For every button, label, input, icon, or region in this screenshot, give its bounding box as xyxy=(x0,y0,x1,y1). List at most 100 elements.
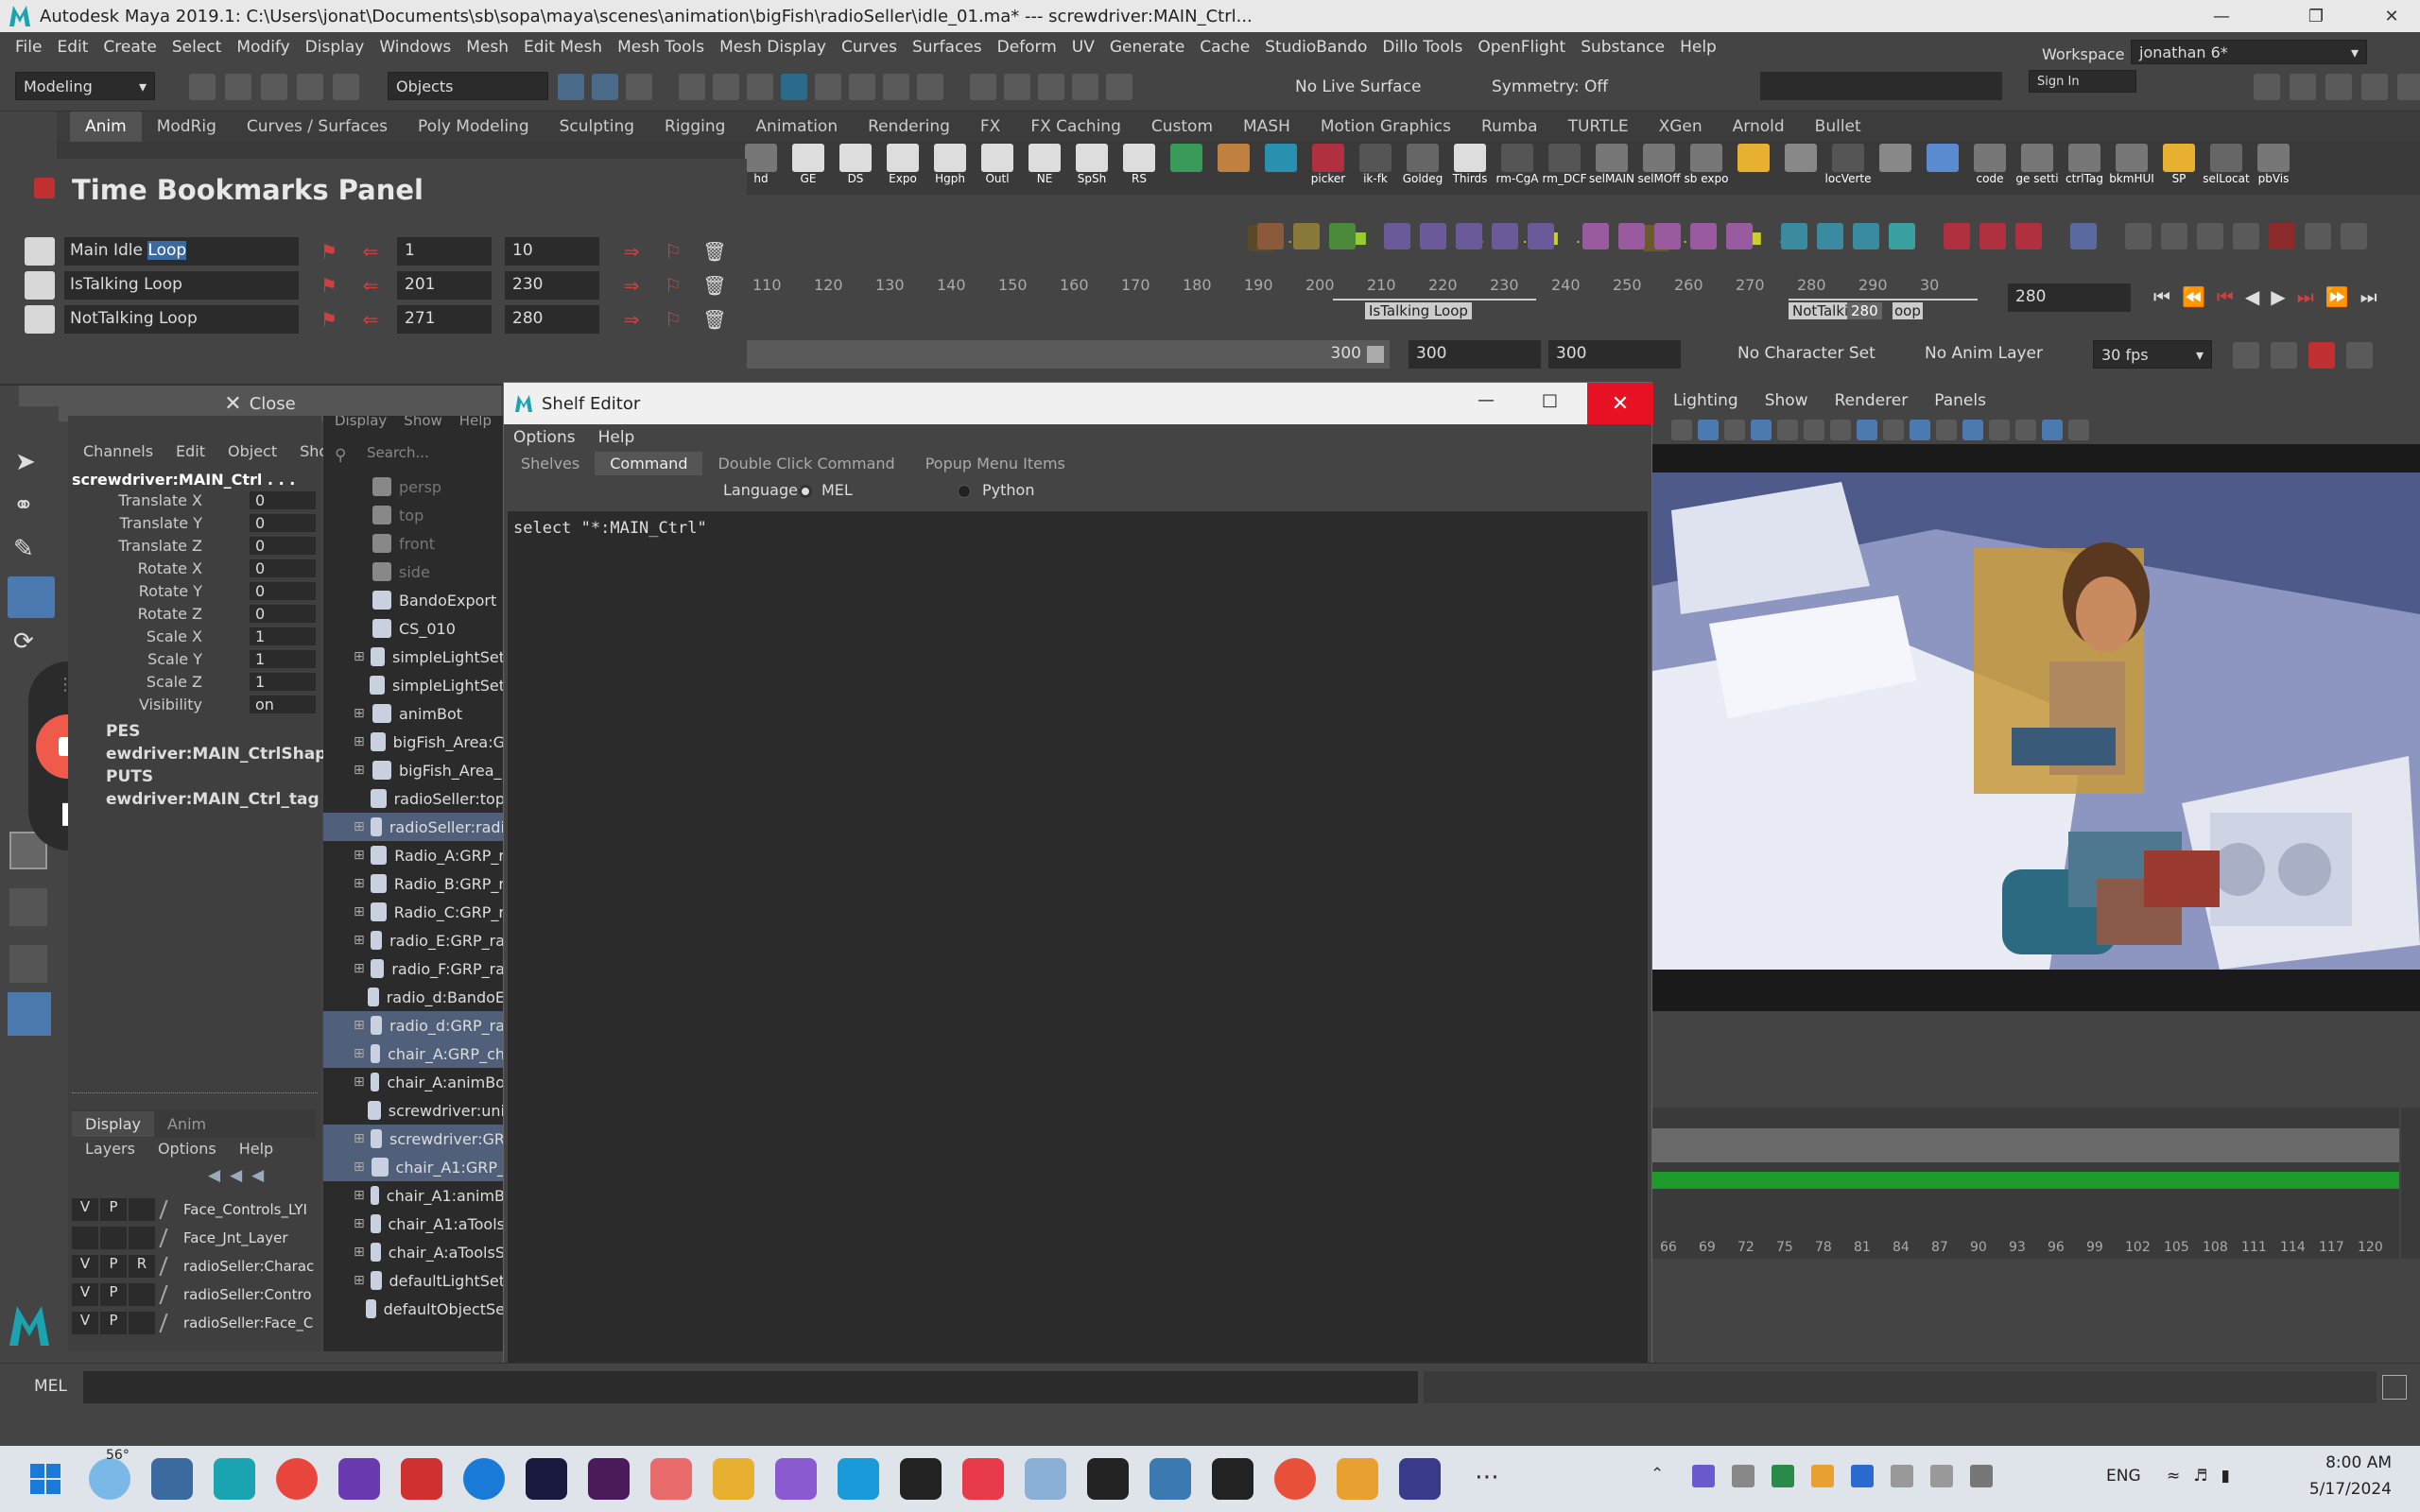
outliner-item[interactable]: ⊞ radio_E:GRP_ra xyxy=(323,926,505,954)
se-tab-popup-menu-items[interactable]: Popup Menu Items xyxy=(910,452,1080,475)
se-menu-help[interactable]: Help xyxy=(598,428,635,447)
heart-icon[interactable] xyxy=(2269,223,2295,249)
expand-icon[interactable]: ⊞ xyxy=(354,904,365,919)
menu-modify[interactable]: Modify xyxy=(236,38,289,57)
ipr-icon[interactable] xyxy=(1004,74,1030,100)
table-icon[interactable] xyxy=(2197,223,2223,249)
search-app-icon[interactable] xyxy=(1337,1458,1378,1500)
menu-generate[interactable]: Generate xyxy=(1110,38,1184,57)
layer-new-icon[interactable]: ◀ xyxy=(230,1166,242,1185)
workspace-dropdown[interactable]: jonathan 6* ▾ xyxy=(2131,40,2367,64)
shelf-item-selmain[interactable]: selMAIN xyxy=(1588,142,1635,195)
shelf-item-expo[interactable]: Expo xyxy=(879,142,926,195)
channel-row[interactable]: Rotate X 0 xyxy=(68,559,321,582)
shelf-tab-modrig[interactable]: ModRig xyxy=(142,112,232,142)
shelf-item-bkmhui[interactable]: bkmHUI xyxy=(2108,142,2155,195)
layer-p-toggle[interactable]: P xyxy=(100,1283,127,1306)
channel-value[interactable]: 0 xyxy=(250,559,316,577)
step-forward-icon[interactable]: ⏩ xyxy=(2325,285,2349,308)
undo-icon[interactable] xyxy=(297,74,323,100)
outliner-item[interactable]: ⊞ chair_A:animBo xyxy=(323,1068,505,1096)
redo-icon[interactable] xyxy=(333,74,359,100)
mel-language-button[interactable]: MEL xyxy=(34,1377,67,1396)
layout-single-icon[interactable] xyxy=(9,888,47,926)
open-scene-icon[interactable] xyxy=(225,74,251,100)
mel-command-input[interactable] xyxy=(83,1371,1418,1403)
wireframe-icon[interactable] xyxy=(1830,420,1851,440)
outliner-item[interactable]: ⊞ Radio_A:GRP_r xyxy=(323,841,505,869)
shelf-tab-arnold[interactable]: Arnold xyxy=(1718,112,1800,142)
resolution-gate-icon[interactable] xyxy=(1724,420,1745,440)
attribute-editor-icon[interactable] xyxy=(2290,74,2316,100)
channelbox-menu-edit[interactable]: Edit xyxy=(176,442,205,460)
menu-display[interactable]: Display xyxy=(305,38,365,57)
anim-end-field[interactable]: 300 xyxy=(1409,340,1541,369)
bookmark-end-field[interactable]: 280 xyxy=(505,305,599,334)
timeline[interactable]: 110 120 130 140 150 160 170 180 190 200 210 220 230 2… xyxy=(747,274,2004,325)
channel-value[interactable]: on xyxy=(250,696,316,713)
graph-scrollbar[interactable] xyxy=(2401,1108,2420,1259)
after-effects-icon[interactable] xyxy=(526,1458,567,1500)
maximize-button[interactable]: ❐ xyxy=(2288,0,2344,32)
graph-editor-strip[interactable]: 66 69 72 75 78 81 84 87 90 93 96 99 102 105 108 111 114 1… xyxy=(1652,1108,2399,1259)
outliner-display-menu[interactable]: Display xyxy=(335,416,387,429)
bookmark-start-field[interactable]: 1 xyxy=(397,237,492,266)
outliner-item[interactable]: defaultObjectSe xyxy=(323,1295,505,1323)
outliner-item[interactable]: ⊞ Radio_C:GRP_r xyxy=(323,898,505,926)
play-backward-icon[interactable]: ◀ xyxy=(2245,285,2259,308)
wrench-icon[interactable] xyxy=(2233,223,2259,249)
shelf-item-ge-setti[interactable]: ge setti xyxy=(2014,142,2061,195)
tab-display[interactable]: Display xyxy=(72,1110,154,1137)
outliner-item[interactable]: radio_d:BandoE xyxy=(323,983,505,1011)
expand-icon[interactable]: ⊞ xyxy=(354,819,365,834)
layer-row[interactable]: V P RradioSeller:Charac xyxy=(72,1253,316,1280)
layer-add-icon[interactable]: ◀ xyxy=(251,1166,264,1185)
outliner-item[interactable]: simpleLightSet xyxy=(323,671,505,699)
bookmark-set-icon[interactable]: ⚑ xyxy=(316,238,342,265)
shelf-tab-anim[interactable]: Anim xyxy=(70,112,142,142)
clock-time[interactable]: 8:00 AM xyxy=(2324,1453,2392,1472)
expand-icon[interactable]: ⊞ xyxy=(354,1188,365,1203)
snap-vertex-icon[interactable] xyxy=(849,74,875,100)
range-slider-handle[interactable] xyxy=(1367,346,1384,363)
dots-icon[interactable] xyxy=(2161,223,2187,249)
shelf-item-icon-24[interactable] xyxy=(1872,142,1919,195)
menu-mesh-tools[interactable]: Mesh Tools xyxy=(617,38,704,57)
menu-file[interactable]: File xyxy=(15,38,42,57)
ambient-occlusion-icon[interactable] xyxy=(2015,420,2036,440)
menu-edit-mesh[interactable]: Edit Mesh xyxy=(524,38,602,57)
more-apps-icon[interactable]: ⋯ xyxy=(1475,1463,1499,1491)
file-explorer-icon[interactable] xyxy=(713,1458,754,1500)
safe-title-icon[interactable] xyxy=(1804,420,1824,440)
go-to-end-icon[interactable]: ⏭ xyxy=(2360,285,2377,308)
shelf-item-icon-9[interactable] xyxy=(1163,142,1210,195)
playback-end-field[interactable]: 300 xyxy=(1548,340,1681,369)
outliner-item[interactable]: persp xyxy=(323,472,505,501)
shelf-item-hgph[interactable]: Hgph xyxy=(926,142,974,195)
vivaldi-icon[interactable] xyxy=(401,1458,442,1500)
tray-orange-icon[interactable] xyxy=(1811,1465,1834,1487)
grid-icon[interactable] xyxy=(1671,420,1692,440)
audio-icon[interactable] xyxy=(2271,342,2297,369)
menu-create[interactable]: Create xyxy=(103,38,157,57)
shelf-tab-fx[interactable]: FX xyxy=(965,112,1015,142)
language-indicator[interactable]: ENG xyxy=(2106,1467,2141,1486)
snap-view-icon[interactable] xyxy=(781,74,807,100)
keys-group-icon[interactable] xyxy=(1618,223,1645,249)
shelf-item-picker[interactable]: picker xyxy=(1305,142,1352,195)
bookmark-bar-nottalking[interactable]: NotTalki 280 oop xyxy=(1789,299,1978,323)
pose-stand-icon[interactable] xyxy=(1528,223,1554,249)
expand-icon[interactable]: ⊞ xyxy=(354,734,365,749)
bookmark-color-swatch[interactable] xyxy=(25,271,55,300)
input-node[interactable]: ewdriver:MAIN_Ctrl_tag xyxy=(106,790,320,809)
layer-row[interactable]: V PradioSeller:Contro xyxy=(72,1281,316,1308)
key-linear-icon[interactable] xyxy=(1329,223,1356,249)
onenote-icon[interactable] xyxy=(838,1458,879,1500)
channel-value[interactable]: 1 xyxy=(250,627,316,645)
edge-icon[interactable] xyxy=(463,1458,505,1500)
shelf-tab-poly-modeling[interactable]: Poly Modeling xyxy=(403,112,544,142)
delete-bookmark-icon[interactable]: 🗑 xyxy=(701,272,728,299)
layer-row[interactable]: V PradioSeller:Face_C xyxy=(72,1310,316,1336)
expand-icon[interactable]: ⊞ xyxy=(354,1018,365,1033)
hex-icon[interactable] xyxy=(2305,223,2331,249)
